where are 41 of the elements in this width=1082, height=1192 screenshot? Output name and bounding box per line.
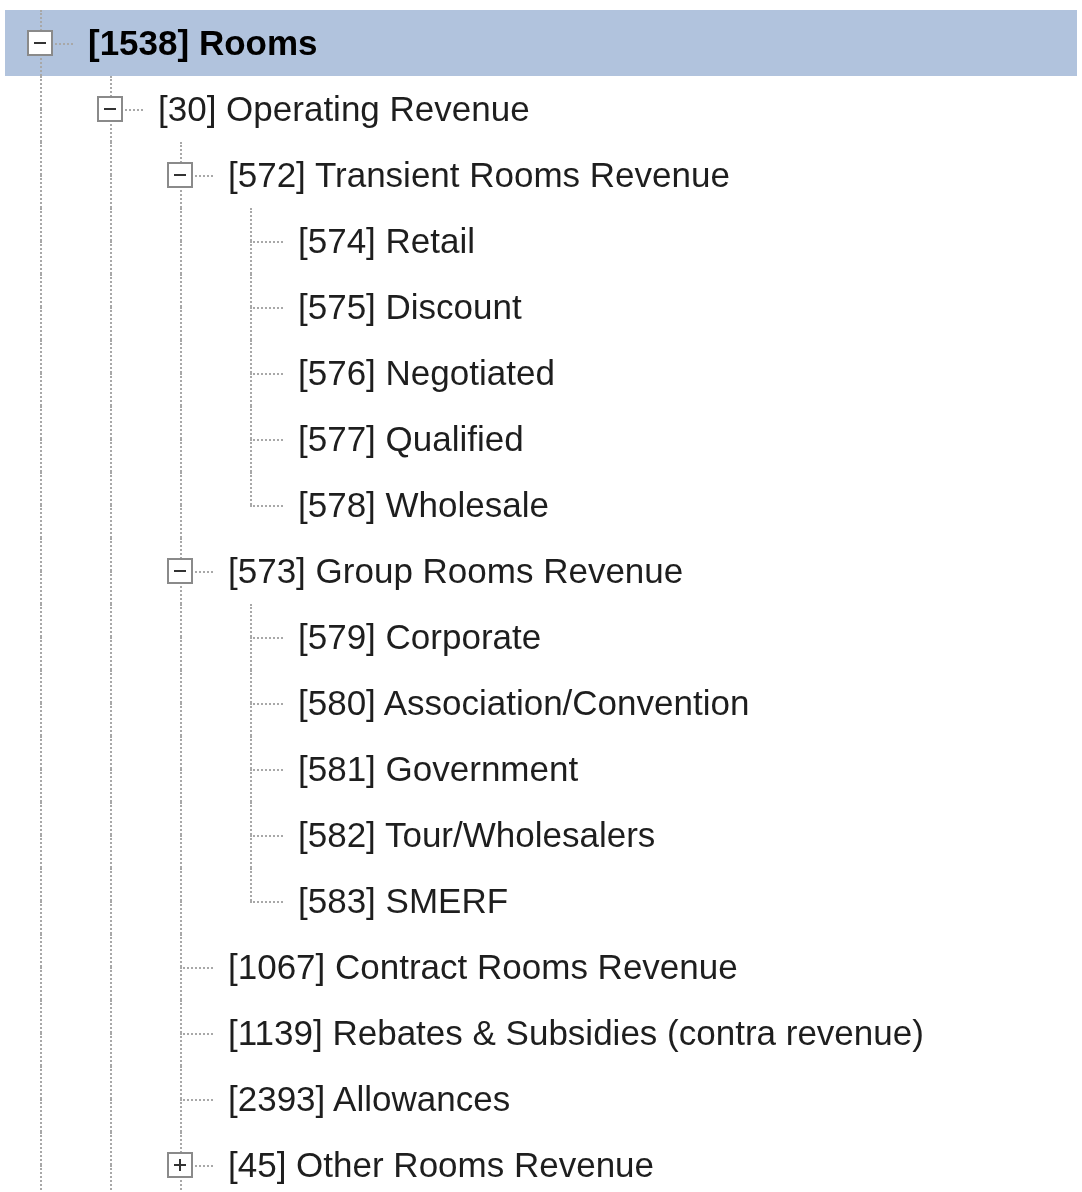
tree-row[interactable]: [1139] Rebates & Subsidies (contra revenue) (5, 1000, 1077, 1066)
tree-row[interactable]: [580] Association/Convention (5, 670, 1077, 736)
item-label: [1067] Contract Rooms Revenue (228, 947, 738, 987)
item-label: [45] Other Rooms Revenue (228, 1145, 655, 1185)
item-label: [577] Qualified (298, 419, 524, 459)
tree-row[interactable]: [577] Qualified (5, 406, 1077, 472)
item-label: [583] SMERF (298, 881, 509, 921)
collapse-toggle[interactable] (167, 558, 193, 584)
tree-row[interactable]: [582] Tour/Wholesalers (5, 802, 1077, 868)
tree-row[interactable]: [2393] Allowances (5, 1066, 1077, 1132)
tree-row[interactable]: [583] SMERF (5, 868, 1077, 934)
item-label: [582] Tour/Wholesalers (298, 815, 656, 855)
item-label: [575] Discount (298, 287, 522, 327)
tree-row[interactable]: [30] Operating Revenue (5, 76, 1077, 142)
item-label: [572] Transient Rooms Revenue (228, 155, 730, 195)
collapse-toggle[interactable] (97, 96, 123, 122)
item-label: [579] Corporate (298, 617, 542, 657)
tree-row[interactable]: [575] Discount (5, 274, 1077, 340)
item-label: [573] Group Rooms Revenue (228, 551, 684, 591)
tree-row[interactable]: [578] Wholesale (5, 472, 1077, 538)
item-label: [576] Negotiated (298, 353, 555, 393)
tree-row[interactable]: [581] Government (5, 736, 1077, 802)
item-label: [30] Operating Revenue (158, 89, 530, 129)
collapse-toggle[interactable] (167, 162, 193, 188)
item-label: [574] Retail (298, 221, 476, 261)
tree-row[interactable]: [574] Retail (5, 208, 1077, 274)
tree-row[interactable]: [1067] Contract Rooms Revenue (5, 934, 1077, 1000)
item-label: [581] Government (298, 749, 579, 789)
tree-row[interactable]: [573] Group Rooms Revenue (5, 538, 1077, 604)
collapse-toggle[interactable] (27, 30, 53, 56)
tree-row[interactable]: [1538] Rooms (5, 10, 1077, 76)
tree-row[interactable]: [579] Corporate (5, 604, 1077, 670)
item-label: [578] Wholesale (298, 485, 549, 525)
item-label: [1139] Rebates & Subsidies (contra revenue) (228, 1013, 924, 1053)
item-label: [580] Association/Convention (298, 683, 750, 723)
item-label: [2393] Allowances (228, 1079, 511, 1119)
expand-toggle[interactable] (167, 1152, 193, 1178)
tree-row[interactable]: [45] Other Rooms Revenue (5, 1132, 1077, 1192)
tree-row[interactable]: [572] Transient Rooms Revenue (5, 142, 1077, 208)
tree-row[interactable]: [576] Negotiated (5, 340, 1077, 406)
item-label: [1538] Rooms (88, 23, 318, 63)
